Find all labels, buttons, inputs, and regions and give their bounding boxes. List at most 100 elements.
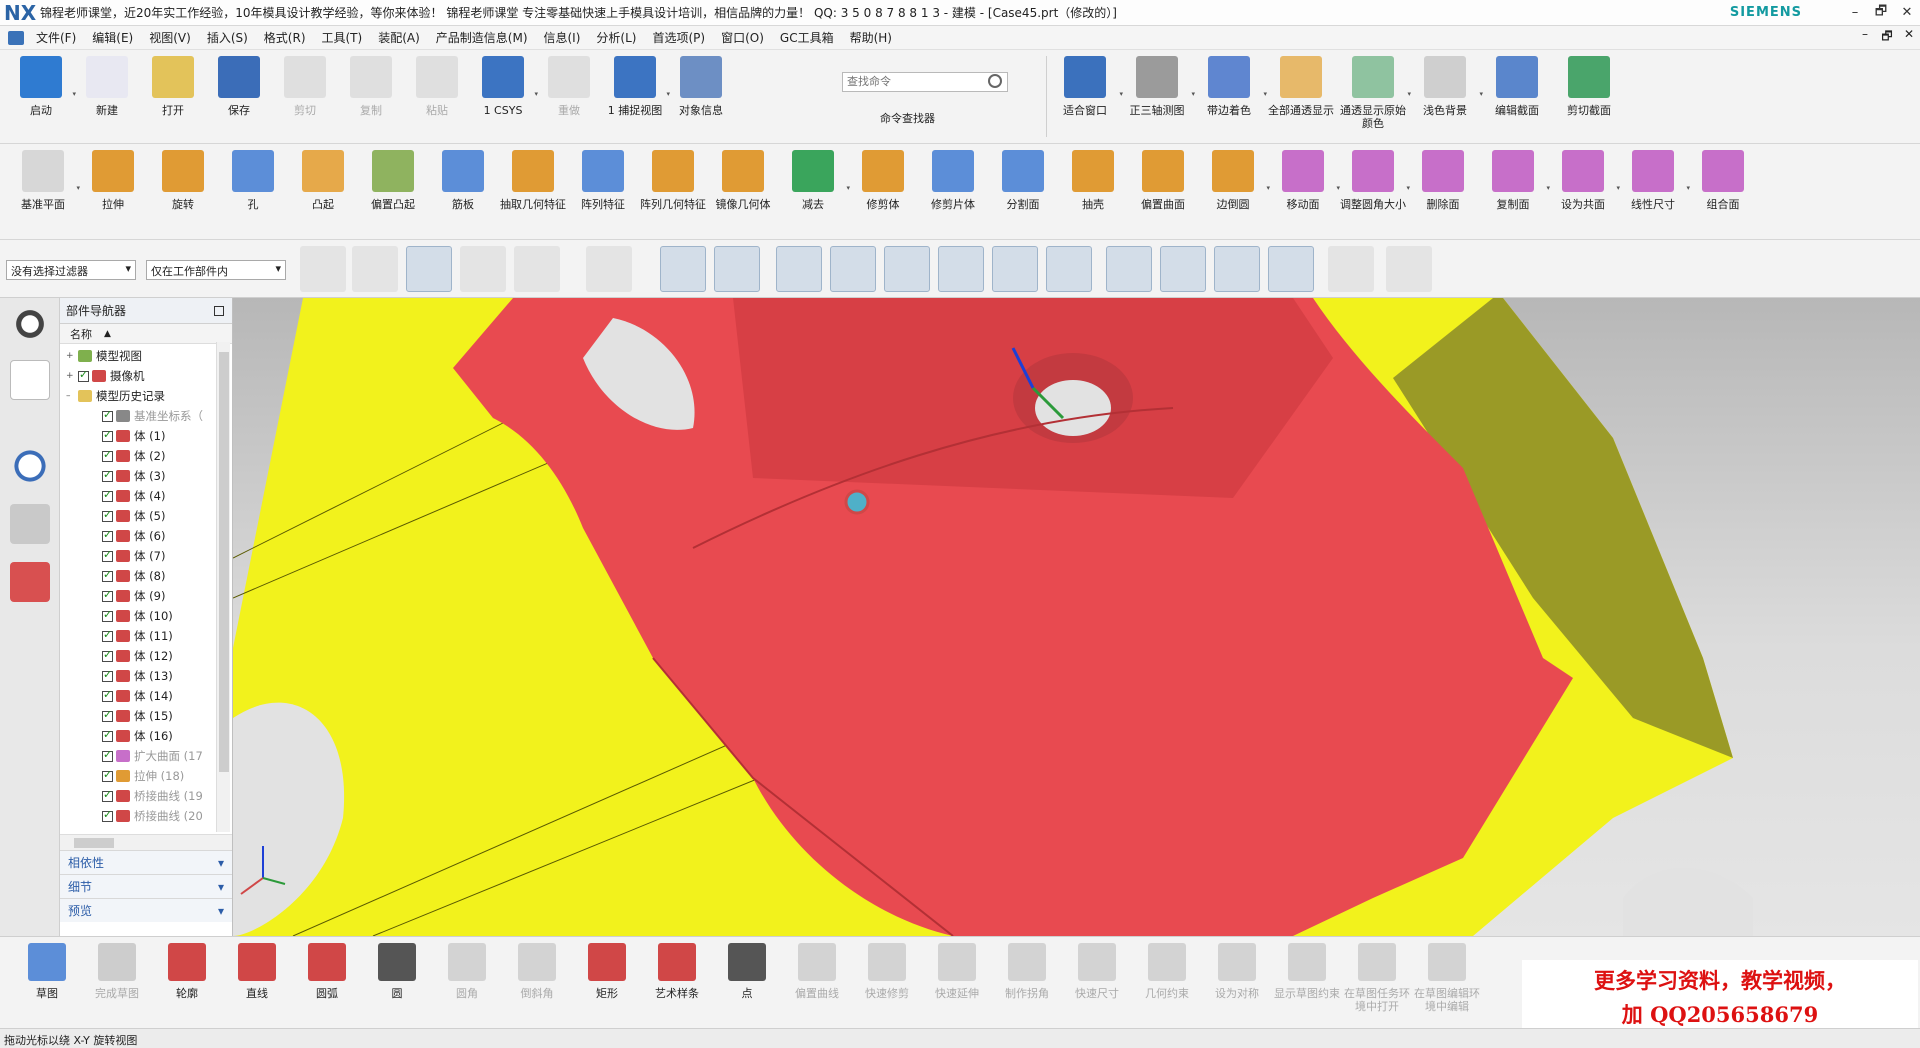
menu-item-12[interactable]: GC工具箱 [772, 29, 842, 46]
menu-item-13[interactable]: 帮助(H) [842, 29, 900, 46]
ribbon2-item-1-button[interactable]: 拉伸 [78, 144, 148, 239]
snap-icon[interactable] [300, 246, 346, 292]
rotate-icon[interactable] [460, 246, 506, 292]
rectangle-select-icon[interactable] [586, 246, 632, 292]
menu-item-5[interactable]: 工具(T) [314, 29, 371, 46]
chevron-down-icon[interactable]: ▾ [218, 880, 224, 894]
ribbon1b-item-3-button[interactable]: 全部通透显示 [1265, 50, 1337, 143]
visibility-checkbox[interactable] [102, 808, 113, 822]
snap-point-icon[interactable] [776, 246, 822, 292]
minimize-button[interactable]: – [1842, 5, 1868, 20]
tree-node[interactable]: 体 (15) [60, 706, 232, 726]
existing-point-icon[interactable] [1214, 246, 1260, 292]
visibility-checkbox[interactable] [102, 588, 113, 602]
ribbon1-item-9-button[interactable]: 1 捕捉视图 ▾ [602, 50, 670, 143]
ribbon2-item-10-button[interactable]: 镜像几何体 [708, 144, 778, 239]
ribbon1-item-7-button[interactable]: 1 CSYS ▾ [470, 50, 538, 143]
navigator-vscroll[interactable] [216, 342, 230, 832]
mdi-restore-button[interactable]: 🗗 [1876, 27, 1898, 48]
surface-point-icon[interactable] [1328, 246, 1374, 292]
chevron-down-icon[interactable]: ▾ [218, 856, 224, 870]
sketch-item-20-button[interactable]: 在草图编辑环境中编辑 [1412, 937, 1482, 1028]
tree-node[interactable]: 体 (5) [60, 506, 232, 526]
sketch-item-11-button[interactable]: 偏置曲线 [782, 937, 852, 1028]
accordion-1[interactable]: 细节 ▾ [60, 874, 232, 898]
sort-up-icon[interactable]: ▲ [104, 329, 111, 339]
sketch-item-4-button[interactable]: 圆弧 [292, 937, 362, 1028]
sketch-item-7-button[interactable]: 倒斜角 [502, 937, 572, 1028]
menu-item-1[interactable]: 编辑(E) [84, 29, 141, 46]
ribbon2-item-17-button[interactable]: 边倒圆 ▾ [1198, 144, 1270, 239]
menu-item-9[interactable]: 分析(L) [588, 29, 644, 46]
sketch-item-3-button[interactable]: 直线 [222, 937, 292, 1028]
filter-icon[interactable] [406, 246, 452, 292]
chevron-down-icon[interactable]: ▾ [218, 904, 224, 918]
tree-node[interactable]: 体 (2) [60, 446, 232, 466]
visibility-checkbox[interactable] [102, 468, 113, 482]
sketch-item-17-button[interactable]: 设为对称 [1202, 937, 1272, 1028]
sketch-item-5-button[interactable]: 圆 [362, 937, 432, 1028]
hscroll-thumb[interactable] [74, 838, 114, 848]
visibility-checkbox[interactable] [102, 688, 113, 702]
ribbon2-item-22-button[interactable]: 设为共面 ▾ [1548, 144, 1620, 239]
visibility-checkbox[interactable] [102, 608, 113, 622]
ribbon1-item-3-button[interactable]: 保存 [206, 50, 272, 143]
visibility-checkbox[interactable] [102, 488, 113, 502]
point-on-curve-icon[interactable] [1268, 246, 1314, 292]
ribbon2-item-0-button[interactable]: 基准平面 ▾ [8, 144, 80, 239]
tree-node[interactable]: 扩大曲面 (17 [60, 746, 232, 766]
menu-item-11[interactable]: 窗口(O) [713, 29, 772, 46]
expand-toggle-icon[interactable]: + [66, 351, 78, 361]
ribbon2-item-9-button[interactable]: 阵列几何特征 [638, 144, 708, 239]
tree-node[interactable]: + 摄像机 [60, 366, 232, 386]
ribbon2-item-3-button[interactable]: 孔 [218, 144, 288, 239]
sketch-item-18-button[interactable]: 显示草图约束 [1272, 937, 1342, 1028]
ribbon2-item-7-button[interactable]: 抽取几何特征 [498, 144, 568, 239]
ribbon1-item-0-button[interactable]: 启动 ▾ [8, 50, 76, 143]
visibility-checkbox[interactable] [102, 508, 113, 522]
tree-node[interactable]: 体 (14) [60, 686, 232, 706]
sketch-item-8-button[interactable]: 矩形 [572, 937, 642, 1028]
menu-item-0[interactable]: 文件(F) [28, 29, 84, 46]
visibility-checkbox[interactable] [102, 748, 113, 762]
visibility-checkbox[interactable] [102, 408, 113, 422]
name-column-header[interactable]: 名称 ▲ [60, 324, 232, 344]
selection-scope-select[interactable]: 仅在工作部件内 [146, 260, 286, 280]
tree-node[interactable]: 体 (10) [60, 606, 232, 626]
ribbon1-item-2-button[interactable]: 打开 [140, 50, 206, 143]
ribbon2-item-15-button[interactable]: 抽壳 [1058, 144, 1128, 239]
menu-item-2[interactable]: 视图(V) [141, 29, 199, 46]
ribbon2-item-23-button[interactable]: 线性尺寸 ▾ [1618, 144, 1690, 239]
sketch-item-15-button[interactable]: 快速尺寸 [1062, 937, 1132, 1028]
ribbon2-item-14-button[interactable]: 分割面 [988, 144, 1058, 239]
menu-item-7[interactable]: 产品制造信息(M) [428, 29, 536, 46]
ribbon2-item-19-button[interactable]: 调整圆角大小 ▾ [1338, 144, 1410, 239]
sketch-item-9-button[interactable]: 艺术样条 [642, 937, 712, 1028]
visibility-checkbox[interactable] [102, 548, 113, 562]
grid-icon[interactable] [1386, 246, 1432, 292]
visibility-checkbox[interactable] [102, 628, 113, 642]
arc-center-icon[interactable] [1106, 246, 1152, 292]
mdi-minimize-button[interactable]: – [1854, 27, 1876, 48]
ribbon1b-item-7-button[interactable]: 剪切截面 [1553, 50, 1625, 143]
cube-icon[interactable] [714, 246, 760, 292]
ribbon2-item-13-button[interactable]: 修剪片体 [918, 144, 988, 239]
ribbon1b-item-1-button[interactable]: 正三轴测图 ▾ [1121, 50, 1195, 143]
ribbon1b-item-0-button[interactable]: 适合窗口 ▾ [1049, 50, 1123, 143]
tree-node[interactable]: 体 (7) [60, 546, 232, 566]
sketch-item-10-button[interactable]: 点 [712, 937, 782, 1028]
sketch-item-19-button[interactable]: 在草图任务环境中打开 [1342, 937, 1412, 1028]
tree-node[interactable]: 体 (13) [60, 666, 232, 686]
ribbon2-item-5-button[interactable]: 偏置凸起 [358, 144, 428, 239]
ribbon2-item-8-button[interactable]: 阵列特征 [568, 144, 638, 239]
expand-toggle-icon[interactable]: + [66, 371, 78, 381]
command-finder-input[interactable] [842, 72, 1008, 92]
restore-button[interactable]: 🗗 [1868, 2, 1894, 24]
ribbon2-item-4-button[interactable]: 凸起 [288, 144, 358, 239]
visibility-checkbox[interactable] [102, 768, 113, 782]
part-icon[interactable] [660, 246, 706, 292]
tree-node[interactable]: 体 (1) [60, 426, 232, 446]
close-button[interactable]: ✕ [1894, 5, 1920, 20]
tree-node[interactable]: 体 (16) [60, 726, 232, 746]
tree-node[interactable]: 体 (3) [60, 466, 232, 486]
